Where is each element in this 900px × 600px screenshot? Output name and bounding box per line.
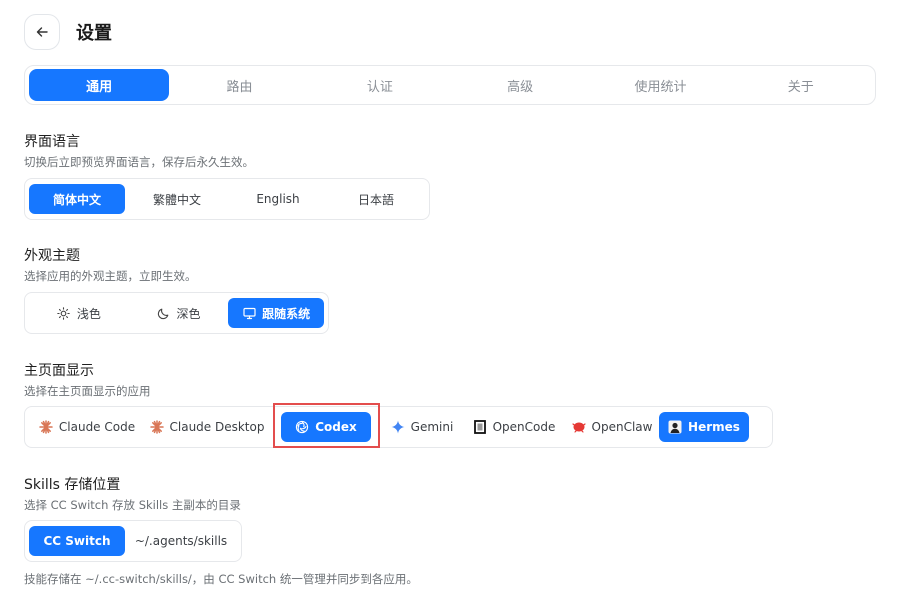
arrow-left-icon — [36, 27, 48, 37]
tab-auth[interactable]: 认证 — [310, 69, 450, 101]
theme-section-desc: 选择应用的外观主题，立即生效。 — [24, 269, 197, 283]
theme-option-dark-label: 深色 — [176, 306, 201, 321]
skills-section-title: Skills 存储位置 — [24, 477, 121, 493]
home-display-section-desc: 选择在主页面显示的应用 — [24, 384, 151, 398]
lang-option-zh-hans[interactable]: 简体中文 — [29, 184, 125, 214]
gemini-icon — [391, 420, 405, 434]
app-label: Hermes — [688, 420, 740, 434]
app-toggle-openclaw[interactable]: OpenClaw — [565, 412, 659, 442]
lang-option-zh-hant[interactable]: 繁體中文 — [125, 184, 229, 214]
tab-about[interactable]: 关于 — [731, 69, 871, 101]
app-label: OpenClaw — [591, 420, 653, 434]
theme-option-dark[interactable]: 深色 — [129, 298, 229, 328]
app-toggle-claude-code[interactable]: Claude Code — [29, 412, 145, 442]
claude-icon — [149, 420, 164, 434]
theme-option-light[interactable]: 浅色 — [29, 298, 129, 328]
app-label: OpenCode — [492, 420, 556, 434]
home-display-section-title: 主页面显示 — [24, 363, 94, 379]
back-button[interactable] — [24, 14, 60, 50]
theme-option-system[interactable]: 跟随系统 — [228, 298, 324, 328]
claude-icon — [39, 420, 53, 434]
skills-option-agents[interactable]: ~/.agents/skills — [125, 526, 237, 556]
tab-advanced[interactable]: 高级 — [450, 69, 590, 101]
app-toggle-gemini[interactable]: Gemini — [381, 412, 463, 442]
tab-general[interactable]: 通用 — [29, 69, 170, 101]
highlight-annotation — [273, 403, 380, 448]
language-selector: 简体中文 繁體中文 English 日本語 — [24, 178, 430, 220]
skills-location-selector: CC Switch ~/.agents/skills — [24, 520, 242, 562]
header: 设置 — [24, 14, 112, 50]
openclaw-icon — [571, 420, 586, 434]
sun-icon — [57, 306, 71, 320]
theme-option-light-label: 浅色 — [76, 306, 101, 321]
skills-footnote: 技能存储在 ~/.cc-switch/skills/，由 CC Switch 统… — [24, 572, 418, 586]
theme-section-title: 外观主题 — [24, 248, 80, 264]
theme-selector: 浅色 深色 跟随系统 — [24, 292, 329, 334]
tab-routing[interactable]: 路由 — [169, 69, 309, 101]
app-label: Claude Code — [58, 420, 136, 434]
app-label: Gemini — [410, 420, 454, 434]
home-apps-selector: Claude Code Claude Desktop Codex Gemini … — [24, 406, 773, 448]
lang-option-english[interactable]: English — [229, 184, 327, 214]
app-toggle-opencode[interactable]: OpenCode — [463, 412, 565, 442]
tab-usage-stats[interactable]: 使用统计 — [590, 69, 730, 101]
language-section-title: 界面语言 — [24, 134, 80, 150]
hermes-icon — [668, 420, 682, 434]
page-title: 设置 — [76, 23, 112, 44]
skills-option-cc-switch[interactable]: CC Switch — [29, 526, 125, 556]
settings-tabs: 通用 路由 认证 高级 使用统计 关于 — [24, 65, 876, 105]
language-section-desc: 切换后立即预览界面语言，保存后永久生效。 — [24, 155, 254, 169]
monitor-icon — [242, 306, 256, 320]
app-toggle-claude-desktop[interactable]: Claude Desktop — [145, 412, 269, 442]
app-label: Claude Desktop — [169, 420, 265, 434]
skills-section-desc: 选择 CC Switch 存放 Skills 主副本的目录 — [24, 498, 241, 512]
lang-option-japanese[interactable]: 日本語 — [327, 184, 425, 214]
theme-option-system-label: 跟随系统 — [262, 306, 311, 321]
app-toggle-hermes[interactable]: Hermes — [659, 412, 749, 442]
opencode-icon — [473, 420, 487, 434]
moon-icon — [156, 306, 170, 320]
